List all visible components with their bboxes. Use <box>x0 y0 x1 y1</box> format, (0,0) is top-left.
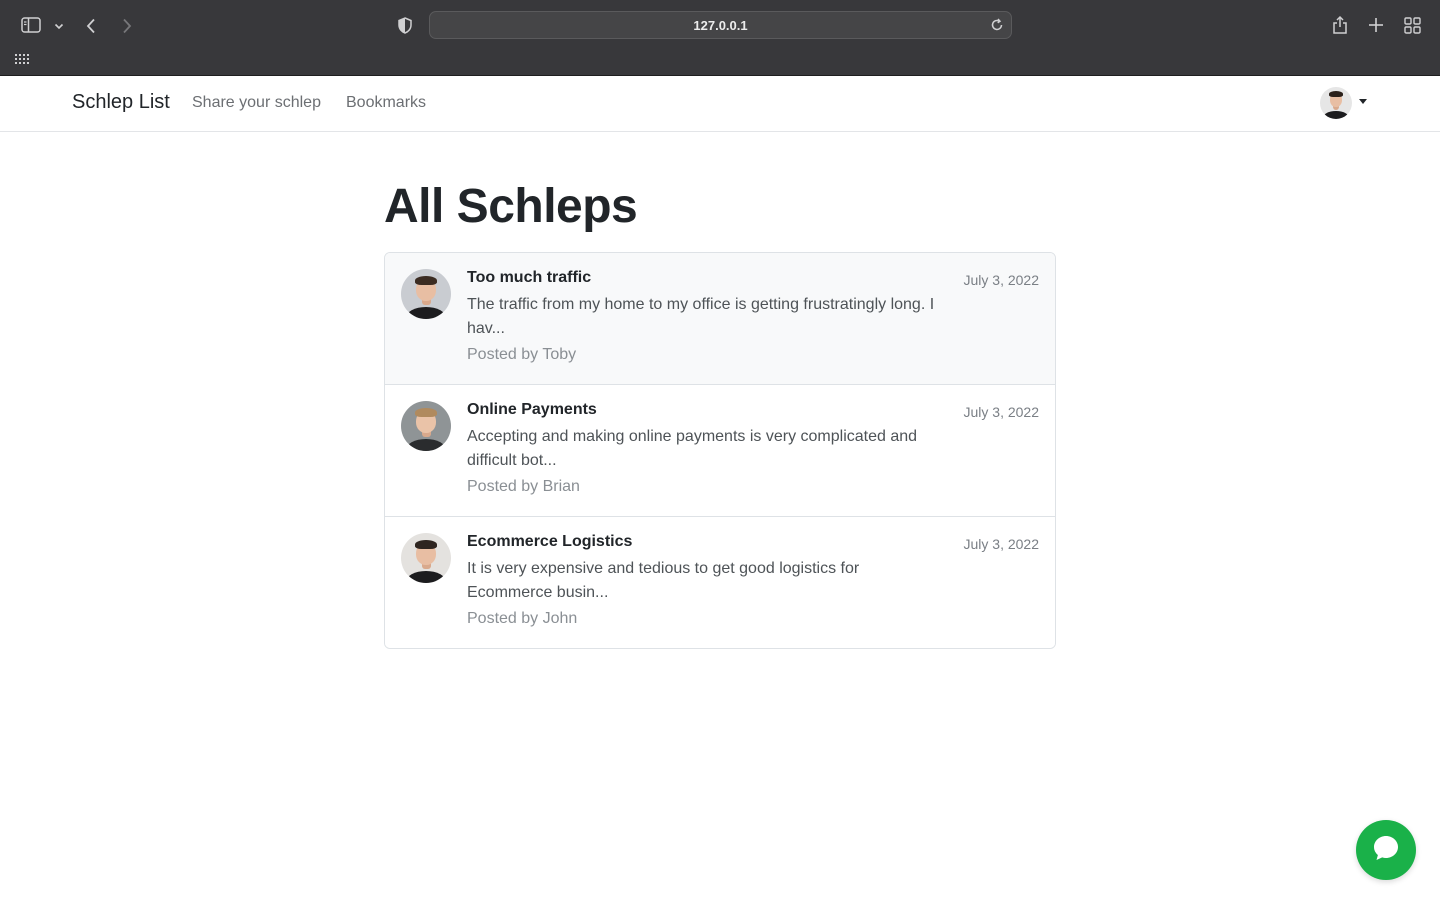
author-avatar <box>401 269 451 319</box>
reload-icon[interactable] <box>989 17 1005 33</box>
main-content: All Schleps Too much traffic July 3, 202… <box>384 132 1056 649</box>
share-icon[interactable] <box>1330 14 1350 36</box>
list-item[interactable]: Ecommerce Logistics July 3, 2022 It is v… <box>385 516 1055 648</box>
favorites-grid-icon[interactable] <box>14 52 30 66</box>
schlep-excerpt: The traffic from my home to my office is… <box>467 296 935 337</box>
schlep-date: July 3, 2022 <box>963 536 1040 552</box>
forward-icon[interactable] <box>119 16 135 36</box>
address-bar[interactable]: 127.0.0.1 <box>429 11 1012 39</box>
schlep-title: Too much traffic <box>467 269 592 286</box>
url-text: 127.0.0.1 <box>693 17 748 33</box>
chat-bubble-icon <box>1371 833 1401 868</box>
privacy-shield-icon[interactable] <box>396 16 414 34</box>
schlep-excerpt: Accepting and making online payments is … <box>467 428 918 469</box>
schlep-author: Posted by Brian <box>467 478 580 495</box>
chat-widget-button[interactable] <box>1356 820 1416 880</box>
sidebar-toggle-icon[interactable] <box>20 16 42 34</box>
user-menu-toggle[interactable] <box>1320 86 1370 120</box>
back-icon[interactable] <box>83 16 99 36</box>
schlep-date: July 3, 2022 <box>963 404 1040 420</box>
brand-link[interactable]: Schlep List <box>72 91 170 114</box>
nav-link-bookmarks[interactable]: Bookmarks <box>346 94 426 112</box>
schlep-author: Posted by John <box>467 610 578 627</box>
author-avatar <box>401 401 451 451</box>
chevron-down-icon[interactable] <box>53 20 65 32</box>
schlep-title: Online Payments <box>467 401 597 418</box>
caret-down-icon <box>1359 98 1367 104</box>
schlep-title: Ecommerce Logistics <box>467 533 633 550</box>
list-item[interactable]: Too much traffic July 3, 2022 The traffi… <box>385 253 1055 384</box>
schlep-date: July 3, 2022 <box>963 272 1040 288</box>
page-title: All Schleps <box>384 180 638 233</box>
list-item[interactable]: Online Payments July 3, 2022 Accepting a… <box>385 384 1055 516</box>
tab-overview-icon[interactable] <box>1402 15 1422 35</box>
schlep-author: Posted by Toby <box>467 346 577 363</box>
schlep-excerpt: It is very expensive and tedious to get … <box>467 560 860 601</box>
schlep-list: Too much traffic July 3, 2022 The traffi… <box>384 252 1056 649</box>
user-avatar <box>1320 87 1352 119</box>
author-avatar <box>401 533 451 583</box>
browser-toolbar: 127.0.0.1 <box>0 0 1440 76</box>
nav-link-share[interactable]: Share your schlep <box>192 94 321 112</box>
new-tab-icon[interactable] <box>1366 15 1386 35</box>
site-navbar: Schlep List Share your schlep Bookmarks <box>0 76 1440 132</box>
